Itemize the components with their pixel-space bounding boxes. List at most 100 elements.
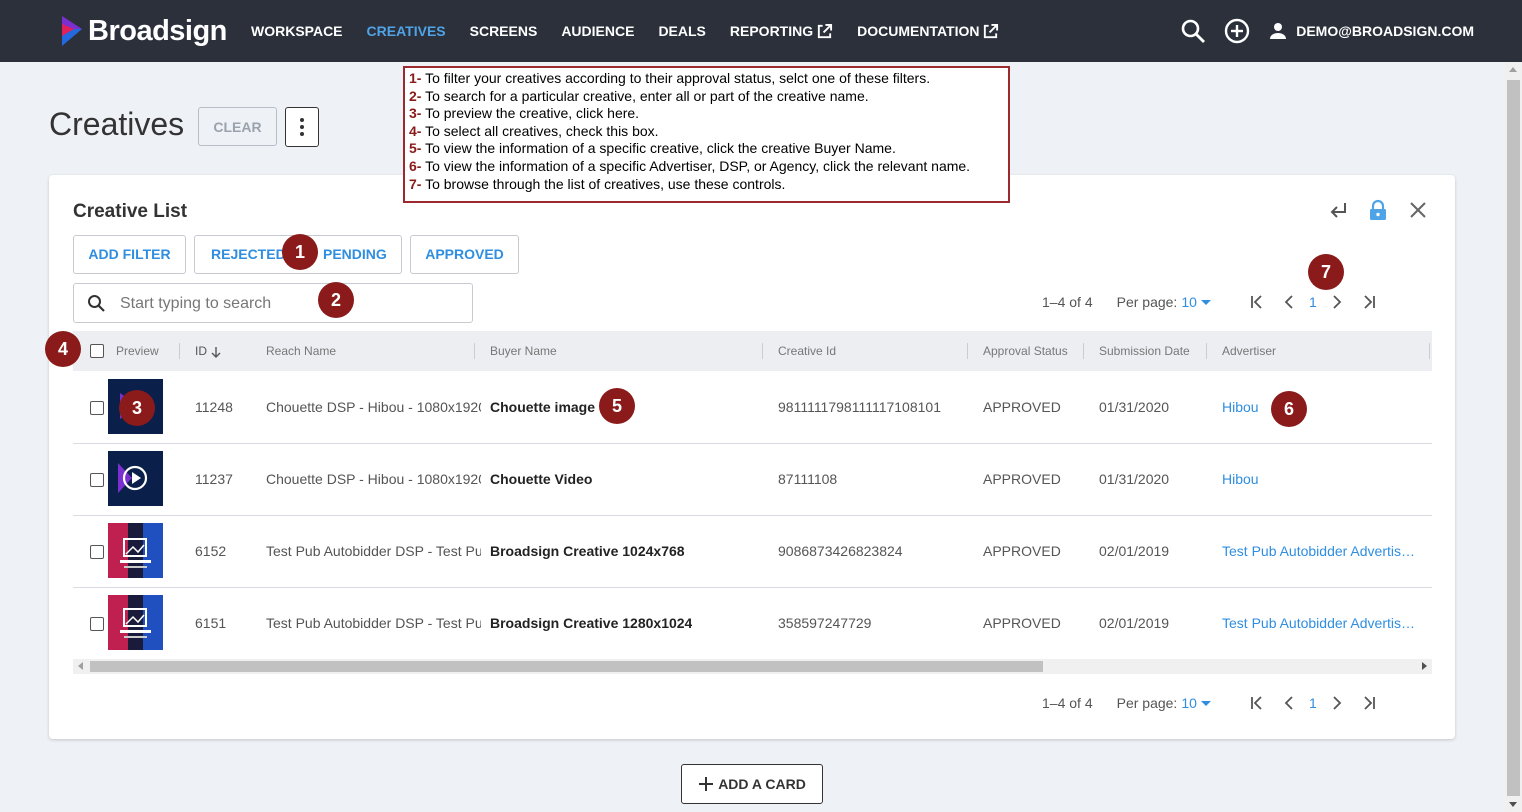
scroll-right-arrow-icon[interactable] [1422, 662, 1427, 670]
per-page-select[interactable]: 10 [1181, 695, 1197, 711]
table-row[interactable]: 6152 Test Pub Autobidder DSP - Test Pub … [73, 515, 1432, 588]
annotation-number: 7- [409, 175, 422, 192]
add-card-button[interactable]: ADD A CARD [681, 764, 823, 804]
user-icon[interactable] [1268, 21, 1288, 41]
scrollbar-thumb[interactable] [1507, 80, 1520, 796]
approved-filter-button[interactable]: APPROVED [410, 235, 519, 274]
column-divider [1429, 343, 1430, 359]
more-vertical-icon [300, 118, 304, 136]
current-page-number[interactable]: 1 [1305, 695, 1321, 711]
annotation-text: To preview the creative, click here. [425, 105, 640, 122]
column-reach-name[interactable]: Reach Name [266, 331, 336, 371]
dropdown-arrow-icon[interactable] [1200, 698, 1211, 708]
cell-creative-id: 87111108 [778, 471, 838, 487]
user-email[interactable]: DEMO@BROADSIGN.COM [1296, 23, 1474, 39]
add-circle-icon[interactable] [1224, 18, 1250, 44]
previous-page-icon[interactable] [1281, 294, 1297, 310]
cell-approval-status: APPROVED [983, 399, 1061, 415]
nav-screens[interactable]: SCREENS [470, 23, 538, 39]
creative-preview-thumbnail[interactable] [108, 523, 163, 578]
creative-preview-thumbnail[interactable] [108, 451, 163, 506]
table-header: Preview ID Reach Name Buyer Name Creativ… [73, 331, 1432, 371]
column-creative-id[interactable]: Creative Id [778, 331, 836, 371]
last-page-icon[interactable] [1361, 294, 1377, 310]
column-approval-status[interactable]: Approval Status [983, 331, 1068, 371]
pending-filter-button[interactable]: PENDING [323, 236, 387, 273]
nav-creatives[interactable]: CREATIVES [367, 23, 446, 39]
clear-button[interactable]: CLEAR [198, 107, 277, 146]
nav-reporting[interactable]: REPORTING [730, 23, 833, 40]
cell-reach-name: Chouette DSP - Hibou - 1080x1920 [266, 399, 481, 415]
table-row[interactable]: 6151 Test Pub Autobidder DSP - Test Pub … [73, 587, 1432, 660]
column-buyer-name[interactable]: Buyer Name [490, 331, 557, 371]
search-field [73, 283, 473, 323]
nav-audience[interactable]: AUDIENCE [561, 23, 634, 39]
per-page-label: Per page: [1116, 695, 1178, 711]
pagination-range: 1–4 of 4 [1042, 294, 1093, 310]
current-page-number[interactable]: 1 [1305, 294, 1321, 310]
cell-buyer-name-link[interactable]: Chouette image [490, 371, 595, 443]
nav-creatives-label: CREATIVES [366, 23, 446, 39]
return-icon[interactable] [1327, 199, 1349, 221]
cell-advertiser-link[interactable]: Hibou [1222, 443, 1417, 515]
row-checkbox[interactable] [90, 473, 104, 487]
annotation-number: 6- [409, 157, 422, 174]
table-horizontal-scrollbar[interactable] [73, 659, 1432, 674]
table-row[interactable]: 11248 Chouette DSP - Hibou - 1080x1920 C… [73, 371, 1432, 444]
scroll-down-arrow-icon[interactable] [1509, 802, 1517, 807]
annotation-number: 1- [409, 70, 422, 86]
cell-advertiser-link[interactable]: Test Pub Autobidder Advertis… [1222, 587, 1417, 659]
nav-deals-label: DEALS [658, 23, 706, 39]
lock-icon[interactable] [1367, 199, 1389, 221]
column-advertiser[interactable]: Advertiser [1222, 331, 1276, 371]
per-page-select[interactable]: 10 [1181, 294, 1197, 310]
cell-buyer-name-link[interactable]: Chouette Video [490, 443, 592, 515]
creative-preview-thumbnail[interactable] [108, 595, 163, 650]
search-icon [88, 295, 105, 312]
cell-buyer-name-link[interactable]: Broadsign Creative 1280x1024 [490, 587, 692, 659]
column-id[interactable]: ID [195, 331, 221, 371]
add-filter-button[interactable]: ADD FILTER [73, 235, 186, 274]
search-input[interactable] [118, 292, 462, 316]
search-icon[interactable] [1180, 18, 1206, 44]
annotation-line: 4- To select all creatives, check this b… [409, 123, 1004, 141]
rejected-filter-button[interactable]: REJECTED [211, 236, 286, 273]
video-play-icon [108, 451, 163, 506]
nav-deals[interactable]: DEALS [658, 23, 705, 39]
first-page-icon[interactable] [1249, 695, 1265, 711]
row-checkbox[interactable] [90, 401, 104, 415]
select-all-checkbox[interactable] [90, 344, 104, 358]
cell-id: 6152 [195, 543, 227, 559]
column-submission-date[interactable]: Submission Date [1099, 331, 1190, 371]
cell-advertiser-link[interactable]: Hibou [1222, 371, 1417, 443]
scroll-left-arrow-icon[interactable] [78, 662, 83, 670]
top-right-actions: DEMO@BROADSIGN.COM [1162, 0, 1474, 62]
nav-documentation[interactable]: DOCUMENTATION [857, 23, 999, 40]
row-checkbox[interactable] [90, 617, 104, 631]
more-options-button[interactable] [285, 107, 319, 147]
callout-badge: 5 [599, 388, 635, 424]
scroll-up-arrow-icon[interactable] [1509, 67, 1517, 72]
close-icon[interactable] [1407, 199, 1429, 221]
broadsign-logo[interactable]: Broadsign [60, 13, 227, 49]
first-page-icon[interactable] [1249, 294, 1265, 310]
nav-workspace-label: WORKSPACE [251, 23, 343, 39]
cell-advertiser-link[interactable]: Test Pub Autobidder Advertis… [1222, 515, 1417, 587]
table-row[interactable]: 11237 Chouette DSP - Hibou - 1080x1920 C… [73, 443, 1432, 516]
row-checkbox[interactable] [90, 545, 104, 559]
cell-buyer-name-link[interactable]: Broadsign Creative 1024x768 [490, 515, 685, 587]
nav-workspace[interactable]: WORKSPACE [251, 23, 343, 39]
annotation-line: 7- To browse through the list of creativ… [409, 176, 1004, 194]
scrollbar-thumb[interactable] [90, 661, 1043, 672]
dropdown-arrow-icon[interactable] [1200, 297, 1211, 307]
last-page-icon[interactable] [1361, 695, 1377, 711]
page-vertical-scrollbar[interactable] [1505, 62, 1522, 812]
nav-documentation-label: DOCUMENTATION [857, 23, 980, 39]
next-page-icon[interactable] [1329, 695, 1345, 711]
annotation-text: To view the information of a specific cr… [425, 140, 896, 157]
page-title: Creatives [49, 106, 185, 142]
previous-page-icon[interactable] [1281, 695, 1297, 711]
next-page-icon[interactable] [1329, 294, 1345, 310]
top-navigation-bar: Broadsign WORKSPACE CREATIVES SCREENS AU… [0, 0, 1522, 62]
cell-reach-name: Test Pub Autobidder DSP - Test Pub [266, 615, 481, 631]
